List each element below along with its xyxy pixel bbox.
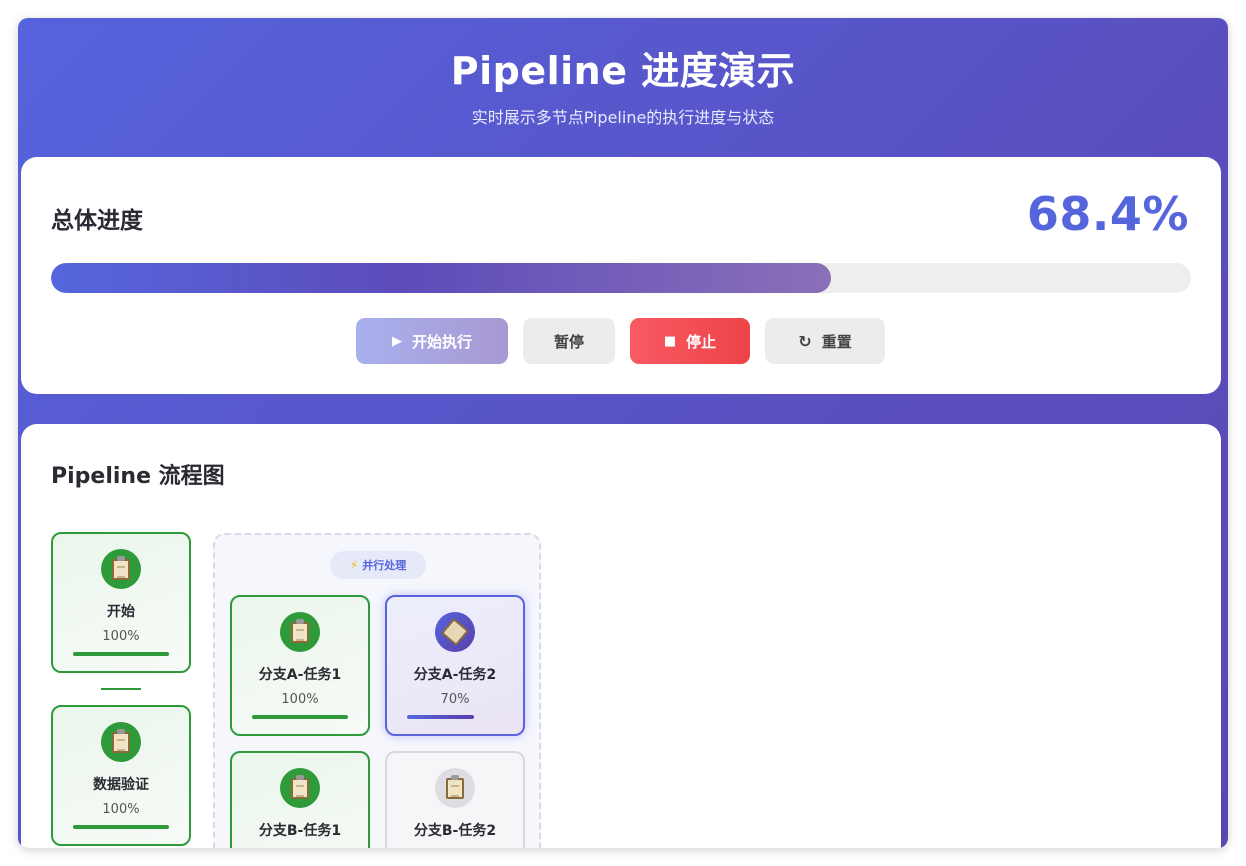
node-name: 开始 xyxy=(107,604,135,620)
node-status-badge xyxy=(101,549,141,589)
node-connector xyxy=(101,688,141,690)
node-progress-fill xyxy=(73,652,169,656)
parallel-tag: ⚡ 并行处理 xyxy=(330,551,426,579)
stop-button[interactable]: ■ 停止 xyxy=(630,318,750,364)
overall-progress-card: 总体进度 68.4% ▶ 开始执行 暂停 ■ 停止 ↻ 重置 xyxy=(21,157,1221,394)
node-percent: 100% xyxy=(281,692,319,707)
flow-title: Pipeline 流程图 xyxy=(51,464,225,489)
page-title: Pipeline 进度演示 xyxy=(450,49,796,93)
overall-progress-fill xyxy=(51,263,831,293)
node-status-badge xyxy=(435,612,475,652)
control-buttons: ▶ 开始执行 暂停 ■ 停止 ↻ 重置 xyxy=(21,318,1221,364)
node-status-badge xyxy=(435,768,475,808)
node-progress-fill xyxy=(252,715,348,719)
clipboard-icon xyxy=(112,555,130,580)
reset-button-label: 重置 xyxy=(821,332,852,351)
start-button-label: 开始执行 xyxy=(411,332,472,351)
pipeline-node[interactable]: 数据验证 100% xyxy=(51,705,191,846)
node-name: 分支A-任务1 xyxy=(258,667,342,683)
pipeline-node[interactable]: 分支B-任务1 xyxy=(230,751,370,848)
pipeline-node[interactable]: 分支A-任务2 70% xyxy=(385,595,525,736)
parallel-group: ⚡ 并行处理 分支A-任务1 100% 分支A-任务2 70% 分支B-任务1 xyxy=(213,533,541,848)
stop-button-label: 停止 xyxy=(686,332,717,351)
node-percent: 100% xyxy=(102,629,140,644)
clipboard-icon xyxy=(440,617,470,647)
node-status-badge xyxy=(280,612,320,652)
play-icon: ▶ xyxy=(391,333,402,349)
pipeline-node[interactable]: 开始 100% xyxy=(51,532,191,673)
clipboard-icon xyxy=(291,774,309,799)
node-progress-fill xyxy=(73,825,169,829)
clipboard-icon xyxy=(112,728,130,753)
overall-progress-value: 68.4% xyxy=(1026,187,1189,241)
pipeline-node[interactable]: 分支B-任务2 xyxy=(385,751,525,848)
reset-button[interactable]: ↻ 重置 xyxy=(765,318,885,364)
clipboard-icon xyxy=(291,618,309,643)
node-percent: 70% xyxy=(440,692,470,707)
node-progress-bar xyxy=(407,715,503,719)
node-progress-bar xyxy=(73,825,169,829)
node-status-badge xyxy=(280,768,320,808)
stop-icon: ■ xyxy=(663,333,677,349)
node-percent: 100% xyxy=(102,802,140,817)
node-name: 分支A-任务2 xyxy=(413,667,497,683)
parallel-tag-label: 并行处理 xyxy=(362,559,407,572)
pause-button[interactable]: 暂停 xyxy=(523,318,615,364)
node-name: 分支B-任务2 xyxy=(413,823,497,839)
lightning-icon: ⚡ xyxy=(349,558,359,572)
start-button[interactable]: ▶ 开始执行 xyxy=(356,318,508,364)
node-name: 分支B-任务1 xyxy=(258,823,342,839)
refresh-icon: ↻ xyxy=(798,331,812,351)
overall-progress-label: 总体进度 xyxy=(51,208,143,234)
node-status-badge xyxy=(101,722,141,762)
node-progress-bar xyxy=(73,652,169,656)
page-subtitle: 实时展示多节点Pipeline的执行进度与状态 xyxy=(471,108,775,127)
node-name: 数据验证 xyxy=(93,777,149,793)
app-window: Pipeline 进度演示 实时展示多节点Pipeline的执行进度与状态 总体… xyxy=(18,18,1228,848)
pipeline-flow-card: Pipeline 流程图 开始 100% 数据验证 100% ⚡ 并行处理 分支… xyxy=(21,424,1221,848)
clipboard-icon xyxy=(446,774,464,799)
pause-button-label: 暂停 xyxy=(553,332,584,351)
overall-progress-bar xyxy=(51,263,1191,293)
pipeline-node[interactable]: 分支A-任务1 100% xyxy=(230,595,370,736)
node-progress-fill xyxy=(407,715,475,719)
node-progress-bar xyxy=(252,715,348,719)
